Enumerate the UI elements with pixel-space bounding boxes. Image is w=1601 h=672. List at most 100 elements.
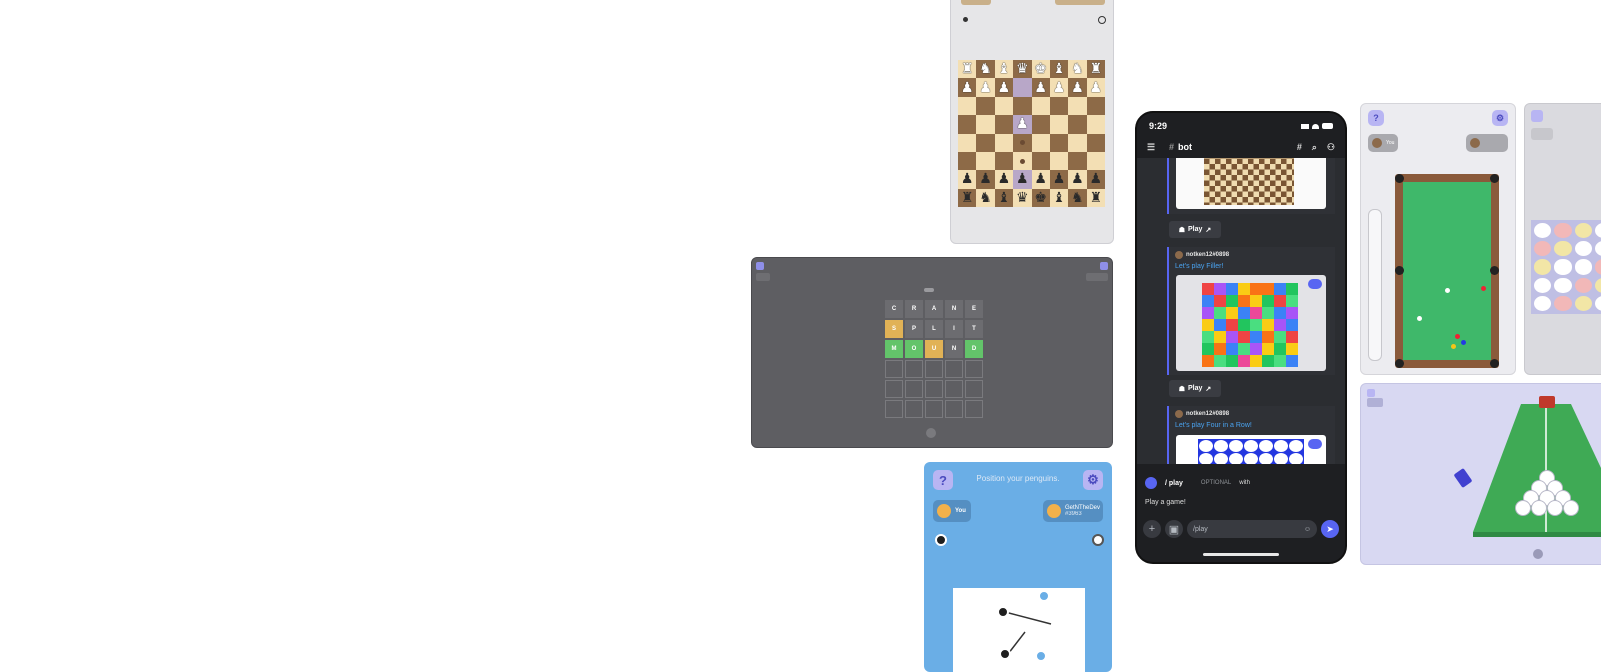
chess-piece[interactable]: ♟: [1090, 81, 1103, 95]
chess-square[interactable]: [958, 115, 977, 134]
cup-pong-card[interactable]: [1360, 383, 1601, 565]
chess-piece[interactable]: ♞: [1071, 62, 1084, 76]
chess-piece[interactable]: ♚: [1034, 191, 1047, 205]
help-button[interactable]: [1531, 110, 1543, 122]
chess-square[interactable]: ♟: [1031, 78, 1050, 97]
chess-square[interactable]: ♟: [1068, 170, 1087, 189]
embed-image[interactable]: [1176, 435, 1326, 464]
slot[interactable]: [1534, 259, 1552, 275]
move-hint-dot[interactable]: [1019, 140, 1025, 146]
settings-button[interactable]: [1100, 262, 1108, 270]
penguins-game-card[interactable]: ? Position your penguins. ⚙ You GetNTheD…: [924, 462, 1112, 672]
chess-square[interactable]: [994, 96, 1014, 116]
chess-piece[interactable]: ♛: [1016, 62, 1029, 76]
play-button[interactable]: ☗ Play ↗: [1169, 380, 1221, 397]
chess-square[interactable]: [958, 96, 977, 116]
chess-square[interactable]: ♞: [1068, 60, 1087, 79]
chess-square[interactable]: [1031, 133, 1050, 152]
cue-ball[interactable]: [1445, 288, 1450, 293]
chess-piece[interactable]: ♚: [1034, 62, 1047, 76]
word-game-card[interactable]: CRANESPLITMOUND: [751, 257, 1113, 448]
chess-piece[interactable]: ♟: [1071, 172, 1084, 186]
chess-square[interactable]: ♟: [1013, 170, 1032, 189]
slot[interactable]: [1534, 295, 1552, 311]
chess-piece[interactable]: ♟: [979, 81, 992, 95]
four-in-a-row-card[interactable]: [1524, 103, 1601, 375]
chess-square[interactable]: ♚: [1031, 188, 1050, 207]
chess-square[interactable]: ♟: [976, 78, 995, 97]
chess-square[interactable]: [994, 115, 1014, 134]
slot[interactable]: [1554, 241, 1572, 257]
message-feed[interactable]: ☗ Play ↗ notken12#0898 Let's play Filler…: [1137, 158, 1345, 464]
penguin-piece[interactable]: [1092, 534, 1104, 546]
chess-square[interactable]: [958, 133, 977, 152]
chess-square[interactable]: [1031, 96, 1050, 116]
move-hint-dot[interactable]: [1019, 158, 1025, 164]
power-slider[interactable]: [1368, 209, 1382, 361]
slot[interactable]: [1534, 277, 1552, 293]
chess-piece[interactable]: ♜: [1090, 62, 1103, 76]
chess-square[interactable]: [1086, 96, 1105, 116]
chess-square[interactable]: [1086, 115, 1105, 134]
help-button[interactable]: [756, 262, 764, 270]
members-icon[interactable]: ⚇: [1327, 142, 1335, 153]
chess-piece[interactable]: ♟: [961, 172, 974, 186]
slot[interactable]: [1554, 223, 1572, 239]
chess-piece[interactable]: ♝: [1053, 191, 1066, 205]
chess-piece[interactable]: ♟: [1090, 172, 1103, 186]
chess-square[interactable]: [1068, 96, 1087, 116]
slot[interactable]: [1594, 295, 1601, 311]
chess-square[interactable]: ♜: [958, 60, 977, 79]
chess-square[interactable]: ♛: [1013, 60, 1032, 79]
chess-square[interactable]: ♟: [994, 78, 1014, 97]
chess-square[interactable]: ♟: [1049, 78, 1069, 97]
chess-square[interactable]: ♞: [1068, 188, 1087, 207]
ice-field[interactable]: [953, 588, 1085, 672]
slot[interactable]: [1574, 241, 1592, 257]
message-input[interactable]: /play ☺: [1187, 520, 1317, 538]
chess-square[interactable]: [1068, 115, 1087, 134]
chess-piece[interactable]: ♝: [1053, 62, 1066, 76]
slot[interactable]: [1594, 277, 1601, 293]
chess-piece[interactable]: ♛: [1016, 191, 1029, 205]
chess-square[interactable]: ♟: [1049, 170, 1069, 189]
chess-piece[interactable]: ♜: [961, 62, 974, 76]
play-button[interactable]: ☗ Play ↗: [1169, 221, 1221, 238]
chess-square[interactable]: ♟: [1086, 78, 1105, 97]
chess-square[interactable]: ♛: [1013, 188, 1032, 207]
slot[interactable]: [1594, 241, 1601, 257]
slot[interactable]: [1554, 259, 1572, 275]
penguin-piece[interactable]: [1035, 650, 1047, 662]
chess-piece[interactable]: ♝: [998, 191, 1011, 205]
slot[interactable]: [1574, 223, 1592, 239]
slot[interactable]: [1554, 277, 1572, 293]
pool-game-card[interactable]: ? ⚙ You: [1360, 103, 1516, 375]
chess-square[interactable]: ♜: [1086, 188, 1105, 207]
slot[interactable]: [1554, 295, 1572, 311]
slot[interactable]: [1534, 241, 1552, 257]
chess-piece[interactable]: ♜: [961, 191, 974, 205]
chess-square[interactable]: [994, 133, 1014, 152]
settings-button[interactable]: ⚙: [1083, 470, 1103, 490]
chess-square[interactable]: ♜: [1086, 60, 1105, 79]
four-in-a-row-board[interactable]: [1531, 220, 1601, 314]
settings-button[interactable]: ⚙: [1492, 110, 1508, 126]
chess-piece[interactable]: ♟: [1034, 172, 1047, 186]
chess-square[interactable]: ♞: [976, 188, 995, 207]
chess-piece[interactable]: ♟: [1053, 81, 1066, 95]
help-button[interactable]: ?: [1368, 110, 1384, 126]
send-icon[interactable]: ➤: [1321, 520, 1339, 538]
chess-square[interactable]: ♜: [958, 188, 977, 207]
chess-square[interactable]: [1068, 133, 1087, 152]
chess-square[interactable]: ♟: [1013, 115, 1032, 134]
plus-icon[interactable]: +: [1143, 520, 1161, 538]
chess-piece[interactable]: ♟: [1034, 81, 1047, 95]
chess-square[interactable]: ♟: [1031, 170, 1050, 189]
chess-square[interactable]: [958, 151, 977, 171]
slot[interactable]: [1534, 223, 1552, 239]
chess-piece[interactable]: ♟: [998, 81, 1011, 95]
chess-piece[interactable]: ♞: [979, 191, 992, 205]
chess-square[interactable]: [1013, 78, 1032, 97]
slot[interactable]: [1574, 259, 1592, 275]
chess-square[interactable]: [976, 96, 995, 116]
